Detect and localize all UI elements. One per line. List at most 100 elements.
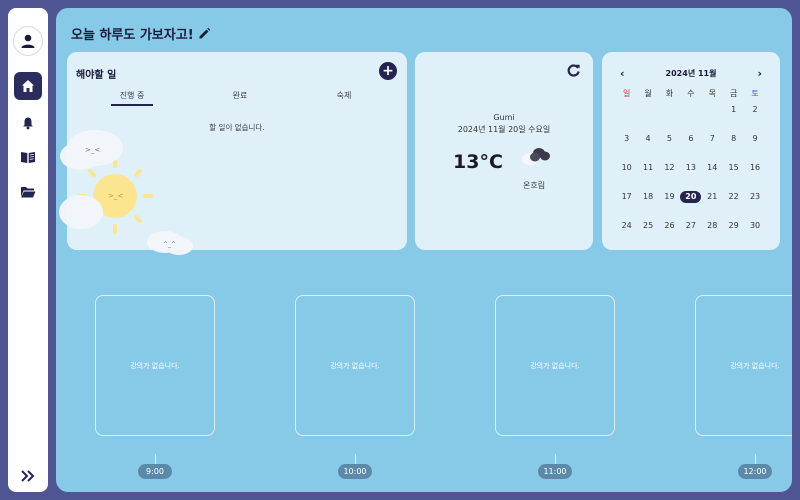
lecture-slot-card[interactable]: 강의가 없습니다. <box>295 295 415 436</box>
weather-condition: 온흐림 <box>523 181 546 190</box>
double-chevron-right-icon <box>21 470 35 482</box>
calendar-day[interactable]: 23 <box>744 191 765 220</box>
calendar-day-number: 13 <box>685 163 696 172</box>
calendar-empty-cell <box>616 104 637 133</box>
calendar-weekday: 토 <box>751 89 759 98</box>
lecture-empty-text: 강의가 없습니다. <box>730 361 780 370</box>
lecture-slot-card[interactable]: 강의가 없습니다. <box>95 295 215 436</box>
calendar-day[interactable]: 6 <box>680 133 701 162</box>
sidebar-item-lectures[interactable] <box>14 143 42 171</box>
calendar-day-number: 11 <box>642 163 654 172</box>
calendar-week-row: 12 <box>616 104 766 133</box>
user-avatar[interactable] <box>13 26 43 56</box>
calendar-week-row: 10 11 12 13 14 15 16 <box>616 162 766 191</box>
calendar-day[interactable]: 1 <box>723 104 744 133</box>
calendar-day[interactable]: 15 <box>723 162 744 191</box>
calendar-day[interactable]: 17 <box>616 191 637 220</box>
calendar-day[interactable]: 16 <box>744 162 765 191</box>
calendar-day[interactable]: 29 <box>723 220 744 249</box>
calendar-day[interactable]: 14 <box>702 162 723 191</box>
refresh-icon <box>567 64 580 77</box>
folder-icon <box>21 187 36 198</box>
todo-card: 해야할 일 + 진행 중 완료 숙제 할 일이 없습니다. >_< >_< ^_… <box>59 52 407 255</box>
calendar-day[interactable]: 25 <box>637 220 658 249</box>
calendar-day[interactable]: 9 <box>744 133 765 162</box>
calendar-day-number: 17 <box>621 192 632 201</box>
calendar-day[interactable]: 11 <box>637 162 658 191</box>
calendar-day-number: 3 <box>624 134 630 143</box>
calendar-day-number: 19 <box>664 192 675 201</box>
calendar-next-button[interactable]: › <box>757 67 762 80</box>
calendar-day-number: 20 <box>680 191 702 203</box>
calendar-empty-cell <box>637 104 658 133</box>
calendar-day[interactable]: 13 <box>680 162 701 191</box>
lecture-empty-text: 강의가 없습니다. <box>330 361 380 370</box>
calendar-day-number: 27 <box>685 221 696 230</box>
calendar-day-number: 10 <box>621 163 632 172</box>
lecture-slot-card[interactable]: 강의가 없습니다. <box>495 295 615 436</box>
calendar-day-number: 16 <box>749 163 761 172</box>
calendar-day-number: 21 <box>707 192 718 201</box>
calendar-day[interactable]: 24 <box>616 220 637 249</box>
edit-icon[interactable] <box>198 27 211 40</box>
calendar-day[interactable]: 28 <box>702 220 723 249</box>
calendar-day[interactable]: 22 <box>723 191 744 220</box>
weather-illustration: >_< >_< ^_^ <box>59 130 193 255</box>
calendar-day-number <box>703 104 721 116</box>
add-todo-button[interactable]: + <box>379 62 397 80</box>
bell-icon <box>23 117 33 130</box>
tab-homework[interactable]: 숙제 <box>323 90 365 101</box>
page-title: 오늘 하루도 가보자고! <box>71 24 211 43</box>
timeline-tick <box>755 454 756 464</box>
calendar-day[interactable]: 7 <box>702 133 723 162</box>
calendar-weekday: 수 <box>687 89 695 98</box>
calendar-day[interactable]: 21 <box>702 191 723 220</box>
calendar-day[interactable]: 20 <box>680 191 702 220</box>
todo-tabs: 진행 중 완료 숙제 <box>67 90 407 106</box>
calendar-day-number: 23 <box>749 192 761 201</box>
calendar-empty-cell <box>680 104 701 133</box>
calendar-day[interactable]: 27 <box>680 220 701 249</box>
calendar-day-number: 6 <box>688 134 694 143</box>
calendar-empty-cell <box>659 104 680 133</box>
calendar-month-title: 2024년 11월 <box>665 69 717 78</box>
expand-sidebar-button[interactable] <box>14 462 42 490</box>
time-label: 10:00 <box>338 464 372 479</box>
calendar-day[interactable]: 26 <box>659 220 680 249</box>
calendar-day-number: 24 <box>621 221 632 230</box>
calendar-weekday: 화 <box>665 89 674 98</box>
calendar-day-number: 8 <box>731 134 737 143</box>
calendar-day[interactable]: 5 <box>659 133 680 162</box>
calendar-day-number: 12 <box>664 163 675 172</box>
calendar-day[interactable]: 10 <box>616 162 637 191</box>
timeline-tick <box>155 454 156 464</box>
cloudy-icon <box>522 148 550 165</box>
calendar-day[interactable]: 3 <box>616 133 637 162</box>
calendar-day[interactable]: 2 <box>744 104 765 133</box>
home-icon <box>22 80 34 92</box>
calendar-day[interactable]: 19 <box>659 191 680 220</box>
sidebar-item-home[interactable] <box>14 72 42 100</box>
calendar-header: ‹ 2024년 11월 › <box>602 67 780 82</box>
calendar-day[interactable]: 30 <box>744 220 765 249</box>
calendar-day[interactable]: 4 <box>637 133 658 162</box>
calendar-day-number: 28 <box>707 221 718 230</box>
sidebar-item-files[interactable] <box>14 178 42 206</box>
book-icon <box>21 152 35 163</box>
lecture-slot-card[interactable]: 강의가 없습니다. <box>695 295 792 436</box>
calendar-day[interactable]: 8 <box>723 133 744 162</box>
sidebar-item-notifications[interactable] <box>14 109 42 137</box>
tab-in-progress[interactable]: 진행 중 <box>111 90 153 106</box>
sidebar <box>8 8 48 492</box>
calendar-day-number: 4 <box>645 134 651 143</box>
calendar-day[interactable]: 12 <box>659 162 680 191</box>
calendar-day-number: 2 <box>752 105 758 114</box>
calendar-day-number: 9 <box>752 134 758 143</box>
refresh-weather-button[interactable] <box>567 62 581 81</box>
calendar-day[interactable]: 18 <box>637 191 658 220</box>
tab-completed[interactable]: 완료 <box>219 90 261 101</box>
calendar-weekday-row: 일월화수목금토 <box>616 88 766 104</box>
calendar-weekday: 금 <box>729 89 738 98</box>
main-panel: 오늘 하루도 가보자고! 해야할 일 + 진행 중 완료 숙제 할 일이 없습니… <box>56 8 792 492</box>
calendar-week-row: 24 25 26 27 28 29 30 <box>616 220 766 249</box>
